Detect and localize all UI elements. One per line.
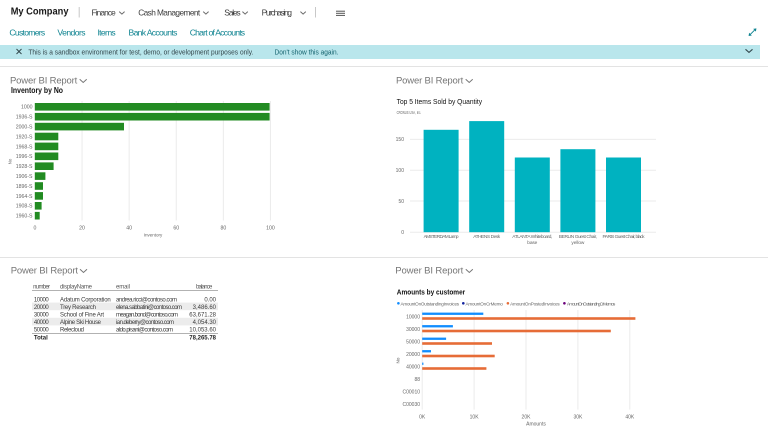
svg-text:1996-S: 1996-S <box>16 154 33 160</box>
svg-text:88: 88 <box>414 377 420 383</box>
svg-text:80: 80 <box>220 226 226 232</box>
svg-text:Power BI Report: Power BI Report <box>395 266 463 277</box>
svg-text:1896-S: 1896-S <box>16 184 33 190</box>
svg-text:C00030: C00030 <box>402 402 420 408</box>
svg-text:78,265.78: 78,265.78 <box>189 335 216 341</box>
svg-text:1960-S: 1960-S <box>16 214 33 220</box>
svg-text:AmountOnCrMemo: AmountOnCrMemo <box>466 301 504 306</box>
svg-text:1920-S: 1920-S <box>16 134 33 140</box>
svg-text:0K: 0K <box>419 414 426 420</box>
svg-text:1964-S: 1964-S <box>16 194 33 200</box>
svg-text:10K: 10K <box>470 414 480 420</box>
svg-text:AMSTERDAM Lamp: AMSTERDAM Lamp <box>424 234 459 240</box>
svg-text:Finance: Finance <box>92 7 117 17</box>
svg-text:This is a sandbox environment: This is a sandbox environment for test, … <box>28 47 253 56</box>
svg-text:Power BI Report: Power BI Report <box>396 75 464 86</box>
svg-text:andrea.ricci@contoso.com: andrea.ricci@contoso.com <box>116 297 177 303</box>
svg-text:BERLIN Guest Chair,: BERLIN Guest Chair, <box>559 234 597 240</box>
svg-text:displayName: displayName <box>60 285 93 291</box>
svg-text:No: No <box>8 158 13 164</box>
svg-text:meagan.bond@contoso.com: meagan.bond@contoso.com <box>116 312 178 318</box>
svg-text:40K: 40K <box>625 414 635 420</box>
svg-text:1906-S: 1906-S <box>16 174 33 180</box>
svg-text:10000: 10000 <box>34 297 49 303</box>
svg-text:Power BI Report: Power BI Report <box>11 266 79 277</box>
svg-text:Don't show this again.: Don't show this again. <box>275 47 339 56</box>
svg-text:CRONUS USA, Inc.: CRONUS USA, Inc. <box>397 110 422 116</box>
svg-text:Amounts by customer: Amounts by customer <box>397 288 466 297</box>
svg-text:Relecloud: Relecloud <box>60 328 84 334</box>
svg-text:10,053.60: 10,053.60 <box>189 328 216 334</box>
svg-text:0.00: 0.00 <box>204 297 216 303</box>
svg-text:1968-S: 1968-S <box>16 144 33 150</box>
svg-text:No: No <box>396 357 401 363</box>
svg-text:1936-S: 1936-S <box>16 115 33 121</box>
svg-text:Chart of Accounts: Chart of Accounts <box>190 28 245 38</box>
svg-text:Top 5 Items Sold by Quantity: Top 5 Items Sold by Quantity <box>397 99 483 106</box>
svg-text:0: 0 <box>34 226 37 232</box>
svg-text:Total: Total <box>34 335 48 341</box>
svg-text:30000: 30000 <box>406 327 420 333</box>
svg-text:2000-S: 2000-S <box>16 125 33 131</box>
svg-text:3,486.60: 3,486.60 <box>193 305 217 311</box>
svg-text:Inventory by No: Inventory by No <box>11 86 63 95</box>
svg-text:20K: 20K <box>522 414 532 420</box>
svg-text:1000: 1000 <box>21 105 33 111</box>
svg-text:100: 100 <box>396 168 405 174</box>
svg-text:1908-S: 1908-S <box>16 204 33 210</box>
svg-text:Vendors: Vendors <box>57 28 85 38</box>
svg-text:ATLANTA Whiteboard,: ATLANTA Whiteboard, <box>512 234 552 240</box>
svg-text:Power BI Report: Power BI Report <box>10 75 78 86</box>
svg-text:aldo.pisani@contoso.com: aldo.pisani@contoso.com <box>116 328 173 334</box>
svg-text:50000: 50000 <box>406 340 420 346</box>
svg-text:My Company: My Company <box>11 6 69 17</box>
svg-text:Purchasing: Purchasing <box>262 7 293 17</box>
svg-text:AmountOnOutstandingCrMemos: AmountOnOutstandingCrMemos <box>567 301 616 306</box>
svg-text:20000: 20000 <box>406 352 420 358</box>
svg-text:0: 0 <box>401 230 404 236</box>
svg-text:63,671.28: 63,671.28 <box>189 312 216 318</box>
svg-text:150: 150 <box>396 137 405 143</box>
svg-text:Alpine Ski House: Alpine Ski House <box>60 320 102 326</box>
svg-text:40000: 40000 <box>34 320 49 326</box>
svg-text:number: number <box>33 285 50 291</box>
svg-text:ian.deberry@contoso.com: ian.deberry@contoso.com <box>116 320 174 326</box>
svg-text:50000: 50000 <box>34 328 49 334</box>
svg-text:AmountOnPostedInvoices: AmountOnPostedInvoices <box>510 301 560 306</box>
svg-text:Trey Research: Trey Research <box>60 305 96 311</box>
svg-text:60: 60 <box>173 226 179 232</box>
svg-text:1928-S: 1928-S <box>16 164 33 170</box>
svg-text:Items: Items <box>98 28 116 38</box>
svg-text:30000: 30000 <box>34 312 49 318</box>
svg-text:PARIS Guest Chair, black: PARIS Guest Chair, black <box>603 234 646 240</box>
svg-text:Inventory: Inventory <box>144 233 163 238</box>
svg-text:ATHENS Desk: ATHENS Desk <box>473 234 501 240</box>
svg-text:30K: 30K <box>573 414 583 420</box>
svg-text:Bank Accounts: Bank Accounts <box>129 28 178 38</box>
svg-text:Customers: Customers <box>9 28 45 38</box>
svg-text:email: email <box>116 285 130 291</box>
svg-text:20: 20 <box>79 226 85 232</box>
svg-text:School of Fine Art: School of Fine Art <box>60 312 104 318</box>
svg-text:Adatum Corporation: Adatum Corporation <box>60 297 111 303</box>
svg-text:40000: 40000 <box>406 365 420 371</box>
svg-text:100: 100 <box>266 226 275 232</box>
svg-text:C00010: C00010 <box>402 390 420 396</box>
svg-text:base: base <box>527 240 537 246</box>
svg-text:balance: balance <box>196 285 213 291</box>
svg-text:4,054.30: 4,054.30 <box>193 320 217 326</box>
svg-text:yellow: yellow <box>571 240 585 246</box>
svg-text:Amounts: Amounts <box>526 421 546 427</box>
svg-text:elena.sabbatini@contoso.com: elena.sabbatini@contoso.com <box>116 305 182 311</box>
svg-text:50: 50 <box>398 199 404 205</box>
svg-text:AmountOnOutstandingInvoices: AmountOnOutstandingInvoices <box>401 301 460 306</box>
svg-text:20000: 20000 <box>34 305 49 311</box>
svg-text:Sales: Sales <box>224 7 240 17</box>
svg-text:10000: 10000 <box>406 315 420 321</box>
svg-text:40: 40 <box>126 226 132 232</box>
svg-text:Cash Management: Cash Management <box>138 7 201 17</box>
